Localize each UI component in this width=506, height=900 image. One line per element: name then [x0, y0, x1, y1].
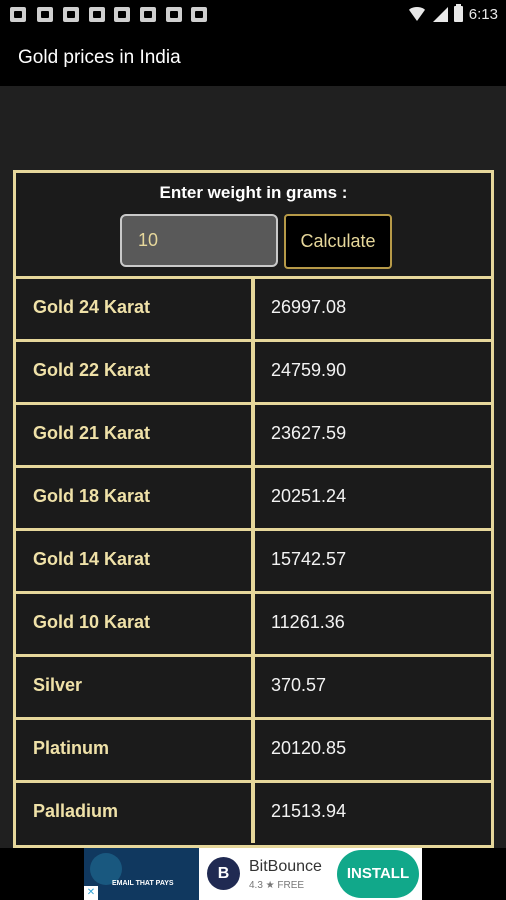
clock: 6:13 — [468, 5, 498, 23]
wifi-icon — [406, 7, 427, 21]
table-row: Platinum 20120.85 — [16, 717, 491, 780]
install-button[interactable]: INSTALL — [337, 850, 419, 898]
battery-icon — [453, 4, 463, 22]
app-bar: Gold prices in India — [0, 28, 506, 86]
calculate-button[interactable]: Calculate — [284, 214, 392, 269]
image-icon — [140, 7, 156, 22]
price-value: 11261.36 — [271, 612, 345, 632]
facebook-icon — [89, 7, 105, 22]
metal-cell: Platinum — [16, 720, 255, 780]
metal-cell: Palladium — [16, 783, 255, 843]
price-calculator-panel: Enter weight in grams : 10 Calculate Gol… — [13, 170, 494, 848]
facebook-icon — [191, 7, 207, 22]
table-row: Gold 22 Karat 24759.90 — [16, 339, 491, 402]
table-row: Silver 370.57 — [16, 654, 491, 717]
price-value: 21513.94 — [271, 801, 347, 821]
price-value: 20251.24 — [271, 486, 347, 506]
weight-input[interactable]: 10 — [120, 214, 278, 267]
metal-cell: Gold 22 Karat — [16, 342, 255, 402]
price-value: 20120.85 — [271, 738, 347, 758]
ad-rating: 4.3 ★ FREE — [249, 880, 305, 891]
table-row: Palladium 21513.94 — [16, 780, 491, 843]
ad-info-icon[interactable]: ✕ — [84, 886, 98, 900]
ad-app-name: BitBounce — [249, 858, 322, 875]
facebook-icon — [10, 7, 26, 22]
ad-content[interactable]: B BitBounce 4.3 ★ FREE INSTALL — [199, 848, 422, 900]
metal-name: Palladium — [33, 801, 119, 821]
price-value: 370.57 — [271, 675, 327, 695]
ad-image[interactable]: EMAIL THAT PAYS ✕ — [84, 848, 199, 900]
metal-cell: Gold 14 Karat — [16, 531, 255, 591]
metal-name: Gold 14 Karat — [33, 549, 151, 569]
status-bar: 6:13 — [0, 0, 506, 28]
metal-cell: Gold 18 Karat — [16, 468, 255, 528]
tool-icon — [37, 7, 53, 22]
metal-name: Gold 22 Karat — [33, 360, 151, 380]
tool-icon — [63, 7, 79, 22]
price-value: 23627.59 — [271, 423, 347, 443]
ad-tagline: EMAIL THAT PAYS — [112, 880, 174, 887]
metal-cell: Gold 24 Karat — [16, 279, 255, 339]
metal-name: Platinum — [33, 738, 110, 758]
signal-icon — [432, 6, 448, 22]
table-row: Gold 24 Karat 26997.08 — [16, 276, 491, 339]
ad-banner[interactable]: EMAIL THAT PAYS ✕ B BitBounce 4.3 ★ FREE… — [0, 848, 506, 900]
page-title: Gold prices in India — [18, 47, 181, 68]
table-row: Gold 21 Karat 23627.59 — [16, 402, 491, 465]
metal-name: Silver — [33, 675, 83, 695]
metal-name: Gold 10 Karat — [33, 612, 151, 632]
table-row: Gold 10 Karat 11261.36 — [16, 591, 491, 654]
table-row: Gold 18 Karat 20251.24 — [16, 465, 491, 528]
price-value: 15742.57 — [271, 549, 347, 569]
tool-icon — [114, 7, 130, 22]
metal-cell: Silver — [16, 657, 255, 717]
weight-prompt: Enter weight in grams : — [159, 183, 348, 202]
facebook-icon — [166, 7, 182, 22]
bitbounce-logo-icon: B — [207, 857, 240, 890]
metal-name: Gold 24 Karat — [33, 297, 151, 317]
metal-cell: Gold 21 Karat — [16, 405, 255, 465]
metal-name: Gold 21 Karat — [33, 423, 151, 443]
metal-cell: Gold 10 Karat — [16, 594, 255, 654]
price-value: 24759.90 — [271, 360, 347, 380]
table-row: Gold 14 Karat 15742.57 — [16, 528, 491, 591]
metal-name: Gold 18 Karat — [33, 486, 151, 506]
price-value: 26997.08 — [271, 297, 347, 317]
